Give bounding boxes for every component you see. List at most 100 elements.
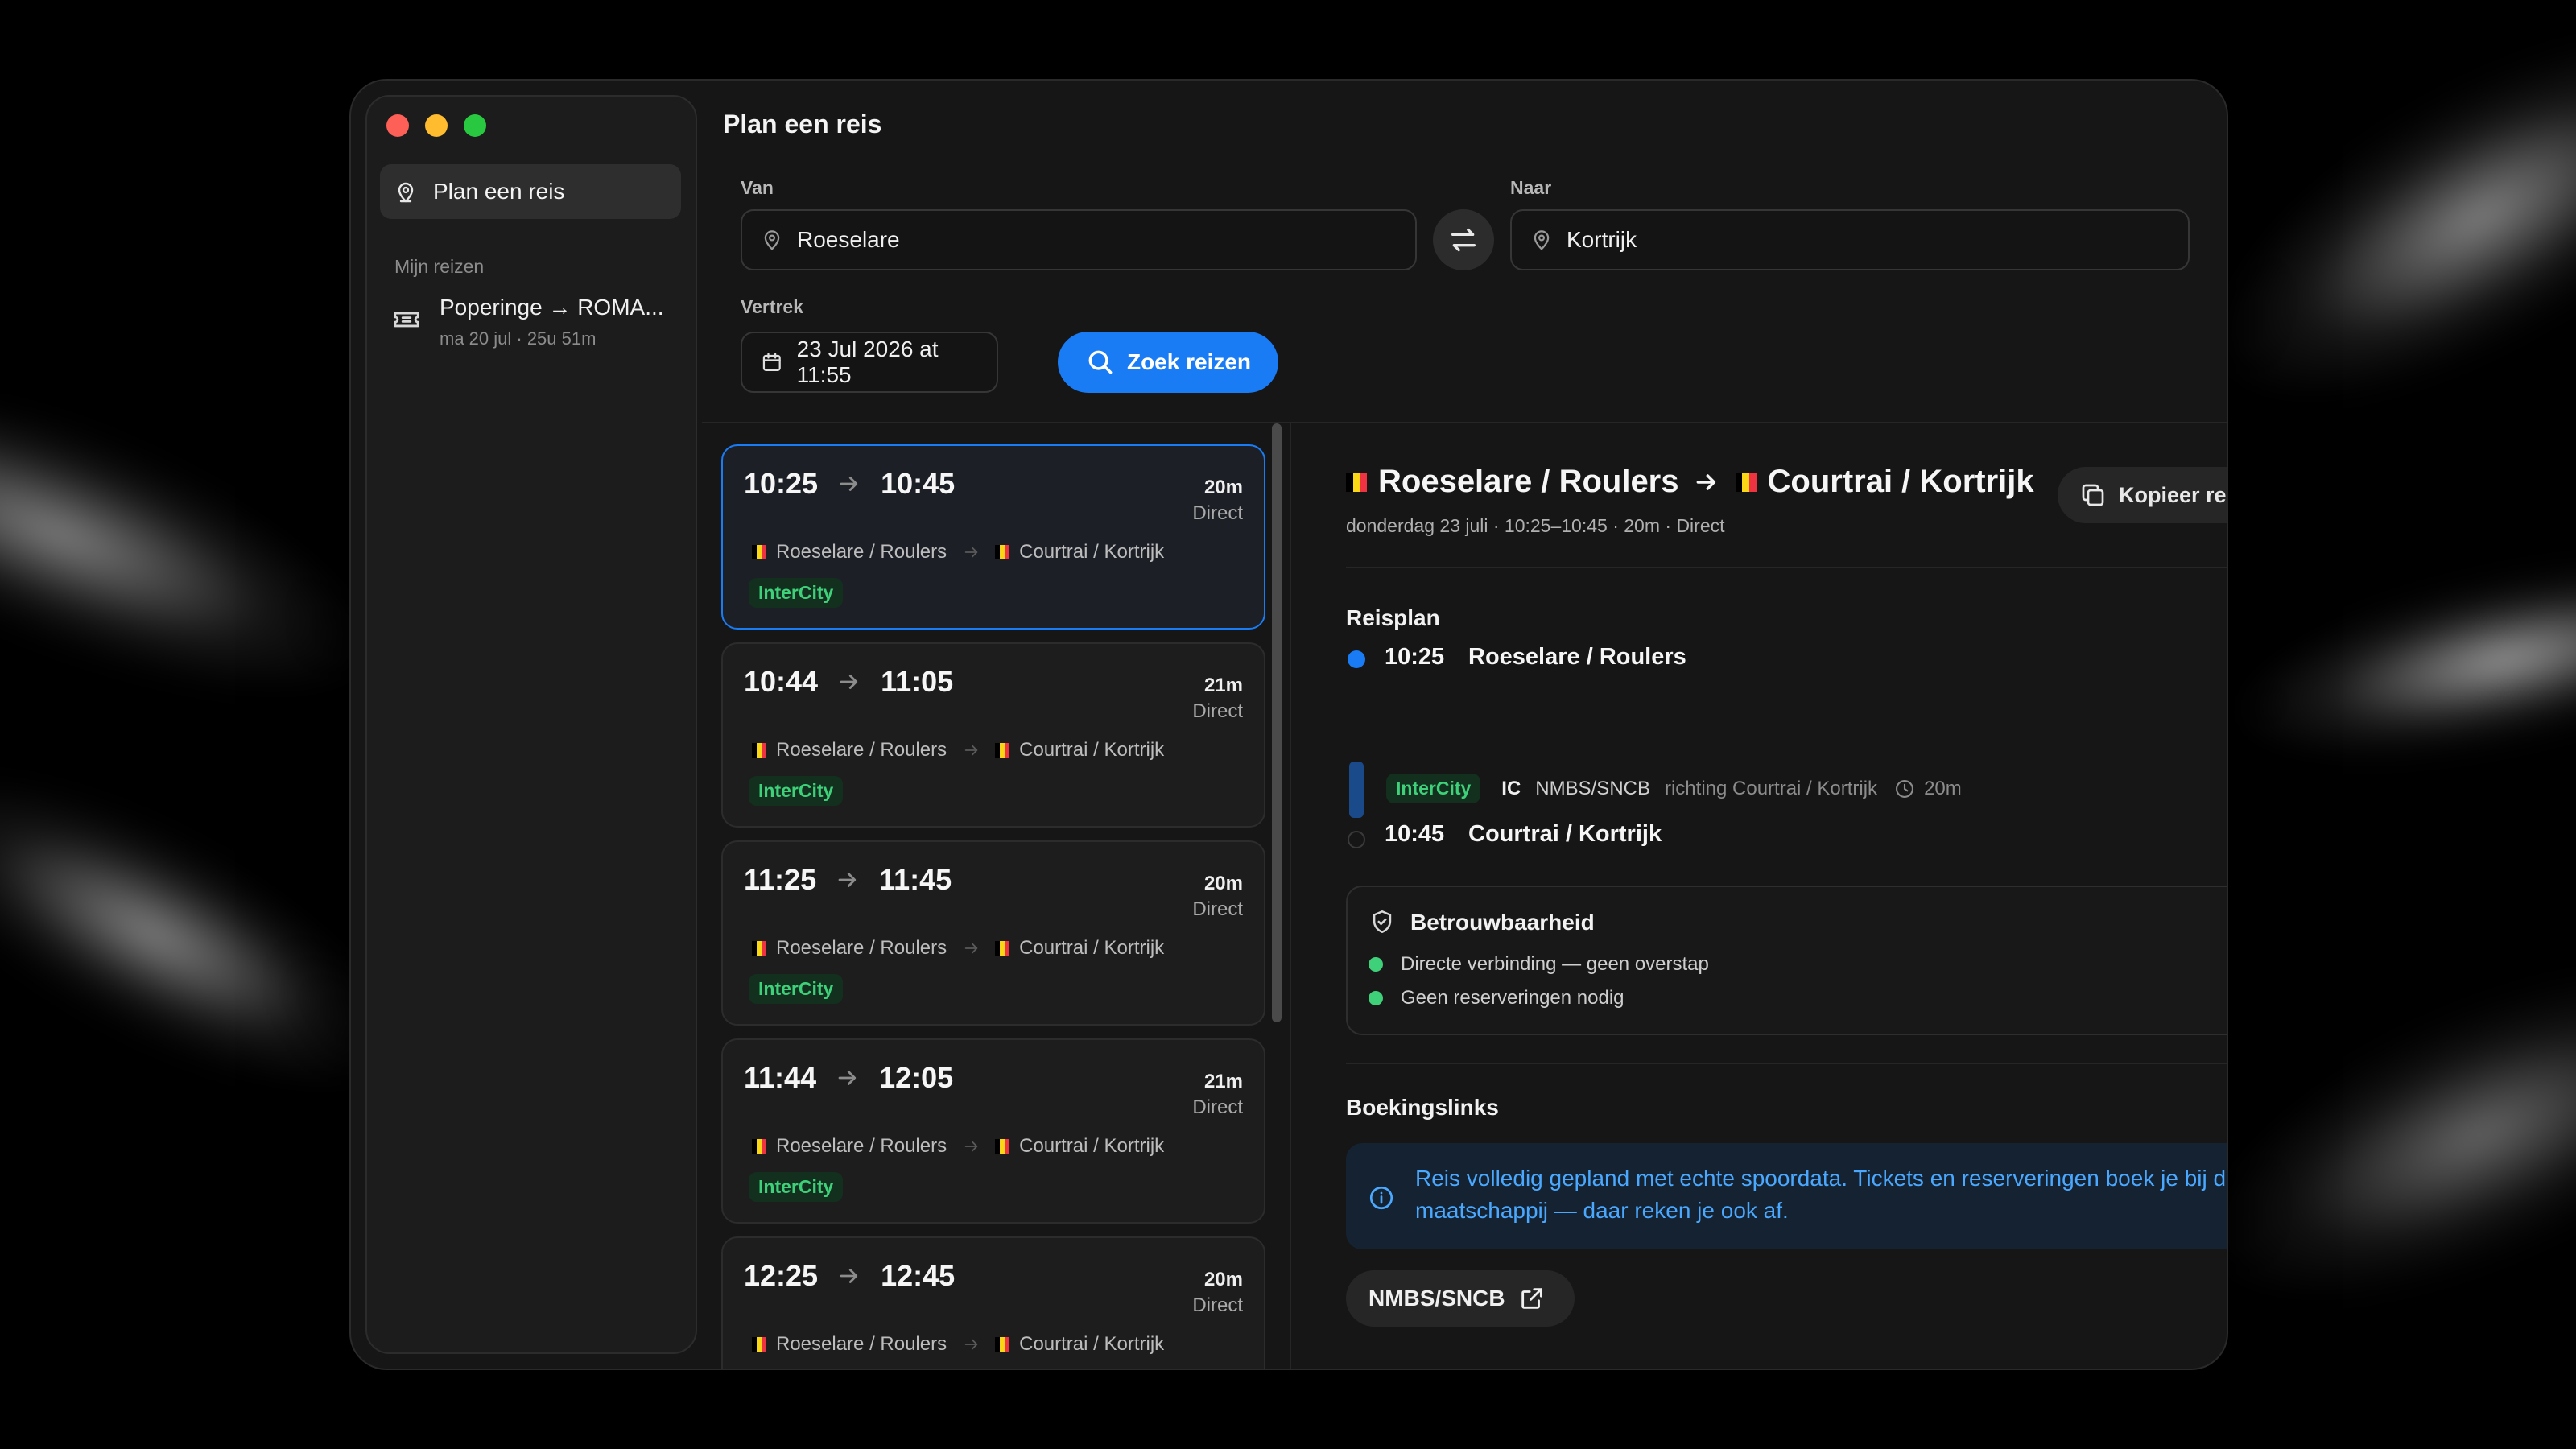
journey-card[interactable]: 11:44 12:05 21m Direct Roeselare / Roulers Co… — [721, 1038, 1265, 1224]
journey-times: 11:44 12:05 — [744, 1061, 953, 1095]
arrival-time: 11:45 — [879, 863, 952, 896]
route-origin: Roeselare / Roulers — [776, 1135, 947, 1157]
copy-journey-button[interactable]: Kopieer reis — [2058, 467, 2227, 523]
route-destination: Courtrai / Kortrijk — [1019, 937, 1165, 959]
departure-time: 11:25 — [744, 863, 817, 896]
window-controls — [386, 114, 486, 137]
arrow-right-icon — [838, 1071, 857, 1085]
arrow-right-icon — [964, 1141, 978, 1152]
journey-route: Roeselare / Roulers Courtrai / Kortrijk — [752, 937, 1164, 960]
belgium-flag-icon — [995, 1337, 1010, 1352]
belgium-flag-icon — [995, 545, 1010, 559]
arrow-right-icon — [964, 1339, 978, 1350]
sidebar-item-label: Plan een reis — [433, 179, 565, 204]
booking-link-label: NMBS/SNCB — [1368, 1286, 1505, 1311]
copy-button-label: Kopieer reis — [2119, 482, 2227, 507]
route-destination: Courtrai / Kortrijk — [1019, 1135, 1165, 1157]
journey-times: 12:25 12:45 — [744, 1259, 955, 1293]
clock-icon — [1896, 779, 1914, 798]
arrival-time: 11:05 — [881, 665, 954, 698]
arrival-time: 10:45 — [881, 467, 956, 500]
detail-subtitle: donderdag 23 juli · 10:25–10:45 · 20m · … — [1346, 515, 1725, 536]
to-label: Naar — [1510, 177, 1552, 198]
info-notice-text: Reis volledig gepland met echte spoordat… — [1415, 1166, 2227, 1223]
journey-times: 10:25 10:45 — [744, 467, 955, 501]
divider — [1290, 422, 1291, 1368]
reliability-item: Geen reserveringen nodig — [1368, 987, 1624, 1009]
departure-time: 10:44 — [744, 665, 819, 698]
route-destination: Courtrai / Kortrijk — [1019, 1333, 1165, 1355]
train-type-badge: InterCity — [1386, 774, 1481, 803]
journey-type: Direct — [1192, 502, 1243, 524]
journey-type: Direct — [1192, 1096, 1243, 1118]
belgium-flag-icon — [752, 941, 766, 956]
train-type-badge: InterCity — [749, 1172, 844, 1202]
reliability-card: Betrouwbaarheid Directe verbinding — gee… — [1346, 886, 2227, 1035]
belgium-flag-icon — [752, 1337, 766, 1352]
minimize-window-button[interactable] — [425, 114, 448, 137]
route-origin: Roeselare / Roulers — [776, 739, 947, 761]
departure-date-picker[interactable]: 23 Jul 2026 at 11:55 — [741, 332, 998, 393]
train-type-badge: InterCity — [749, 578, 844, 608]
detail-title: Roeselare / Roulers Courtrai / Kortrijk — [1346, 464, 2034, 500]
close-window-button[interactable] — [386, 114, 409, 137]
origin-stop-dot — [1348, 650, 1365, 668]
journey-card[interactable]: 10:25 10:45 20m Direct Roeselare / Roulers Co… — [721, 444, 1265, 630]
location-pin-icon — [764, 230, 780, 250]
origin-stop-name: Roeselare / Roulers — [1468, 644, 1686, 670]
journey-card[interactable]: 10:44 11:05 21m Direct Roeselare / Roulers Co… — [721, 642, 1265, 828]
departure-time: 11:44 — [744, 1061, 817, 1094]
journey-type: Direct — [1192, 1294, 1243, 1316]
belgium-flag-icon — [1346, 472, 1368, 492]
journey-plan-heading: Reisplan — [1346, 605, 1440, 630]
zoom-window-button[interactable] — [464, 114, 486, 137]
sidebar-item-plan-trip[interactable]: Plan een reis — [380, 164, 681, 219]
journey-list-scrollbar[interactable] — [1272, 423, 1282, 1022]
search-icon — [1088, 350, 1113, 374]
journey-route: Roeselare / Roulers Courtrai / Kortrijk — [752, 1333, 1164, 1356]
origin-stop-time: 10:25 — [1385, 644, 1445, 670]
segment-line — [1349, 762, 1364, 818]
segment-duration: 20m — [1924, 777, 1962, 799]
journey-card[interactable]: 12:25 12:45 20m Direct Roeselare / Roulers Co… — [721, 1236, 1265, 1368]
booking-link-nmbs-button[interactable]: NMBS/SNCB — [1346, 1270, 1575, 1327]
departure-time: 12:25 — [744, 1259, 819, 1292]
swap-stations-button[interactable] — [1433, 209, 1494, 270]
belgium-flag-icon — [752, 743, 766, 758]
search-journeys-button[interactable]: Zoek reizen — [1058, 332, 1278, 393]
sidebar-trip-item[interactable]: Poperinge → ROMA... ma 20 jul · 25u 51m — [391, 295, 689, 359]
journey-duration: 20m — [1203, 873, 1243, 894]
departure-label: Vertrek — [741, 296, 804, 317]
reliability-item: Directe verbinding — geen overstap — [1368, 953, 1709, 976]
route-destination: Courtrai / Kortrijk — [1019, 541, 1165, 563]
info-notice: Reis volledig gepland met echte spoordat… — [1346, 1143, 2227, 1249]
swap-arrows-icon — [1451, 228, 1476, 252]
belgium-flag-icon — [995, 1139, 1010, 1154]
arrow-right-icon — [964, 745, 978, 756]
journey-duration: 21m — [1203, 675, 1243, 696]
route-origin: Roeselare / Roulers — [776, 937, 947, 959]
arrow-right-icon — [1696, 473, 1715, 490]
train-operator: NMBS/SNCB — [1535, 777, 1650, 799]
section-label-my-trips: Mijn reizen — [394, 256, 485, 277]
journey-times: 10:44 11:05 — [744, 665, 953, 699]
map-pin-icon — [398, 182, 414, 203]
journey-card[interactable]: 11:25 11:45 20m Direct Roeselare / Roulers Co… — [721, 840, 1265, 1026]
journey-detail-panel: Roeselare / Roulers Courtrai / Kortrijk … — [1317, 422, 2227, 1368]
to-input[interactable]: Kortrijk — [1510, 209, 2190, 270]
to-value: Kortrijk — [1567, 227, 1637, 252]
journey-type: Direct — [1192, 700, 1243, 722]
from-input[interactable]: Roeselare — [741, 209, 1417, 270]
journey-type: Direct — [1192, 898, 1243, 920]
trip-title: Poperinge → ROMA... — [440, 295, 664, 320]
background-swirl — [2211, 522, 2576, 798]
trip-subtitle: ma 20 jul · 25u 51m — [440, 328, 597, 349]
reliability-item-text: Geen reserveringen nodig — [1401, 987, 1624, 1009]
arrow-right-icon — [840, 1269, 858, 1283]
route-origin: Roeselare / Roulers — [776, 1333, 947, 1355]
belgium-flag-icon — [995, 743, 1010, 758]
destination-stop-time: 10:45 — [1385, 821, 1445, 847]
train-code: IC — [1501, 777, 1521, 799]
journey-duration: 20m — [1203, 477, 1243, 498]
belgium-flag-icon — [752, 545, 766, 559]
